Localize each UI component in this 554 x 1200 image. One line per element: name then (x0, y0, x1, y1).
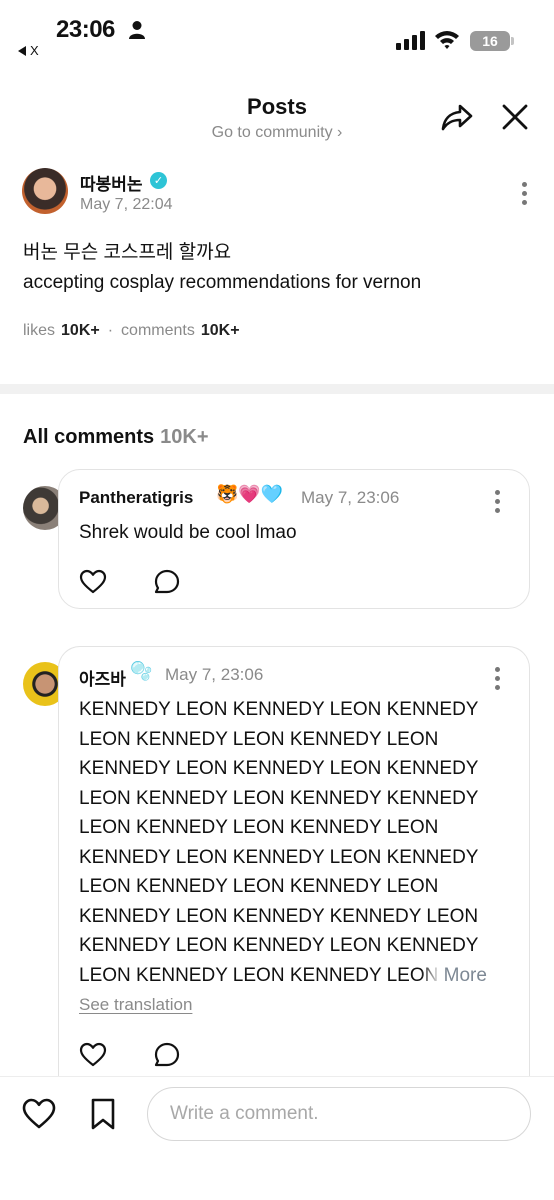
more-icon[interactable] (495, 490, 501, 517)
battery-indicator: 16 (470, 31, 514, 51)
comment-line-text: LEON KENNEDY LEON KENNEDY LE (79, 964, 410, 986)
bookmark-icon[interactable] (88, 1097, 118, 1131)
section-divider (0, 384, 554, 394)
comment-line: LEON KENNEDY LEON KENNEDY LEON (79, 728, 439, 750)
stats-separator: · (107, 322, 114, 339)
comment-author[interactable]: Pantheratigris (79, 488, 193, 508)
comments-heading-count: 10K+ (160, 426, 209, 448)
comment-line-last: LEON KENNEDY LEON KENNEDY LEON More (79, 961, 519, 991)
comment-line: LEON KENNEDY LEON KENNEDY KENNEDY (79, 787, 479, 809)
more-icon[interactable] (522, 182, 528, 209)
comment-line: LEON KENNEDY LEON KENNEDY LEON (79, 876, 439, 897)
comment-date: May 7, 23:06 (301, 488, 400, 507)
post-author: 따봉버논 ✓ May 7, 22:04 (22, 168, 532, 220)
comment-line: KENNEDY LEON KENNEDY KENNEDY LEON (79, 905, 479, 927)
post-author-name[interactable]: 따봉버논 (80, 170, 143, 195)
comment-card: Pantheratigris 🐯💗🩵 May 7, 23:06 Shrek wo… (58, 469, 530, 609)
back-app-label: X (30, 43, 39, 58)
likes-label: likes (23, 322, 56, 339)
person-icon (129, 21, 145, 39)
more-icon[interactable] (495, 667, 501, 694)
status-time: 23:06 (56, 16, 115, 43)
wifi-icon (435, 31, 459, 49)
see-translation-link[interactable]: See translation (79, 995, 192, 1015)
post-text-line: 버논 무슨 코스프레 할까요 (23, 242, 232, 263)
status-bar: 23:06 X 16 (0, 0, 554, 70)
comment-line: KENNEDY LEON KENNEDY LEON KENNEDY (79, 699, 479, 720)
comment-line-fade: ON (409, 964, 439, 986)
comment-icon[interactable] (153, 568, 181, 596)
comment-date: May 7, 23:06 (165, 665, 264, 684)
comment-input[interactable] (147, 1087, 531, 1141)
avatar[interactable] (22, 168, 68, 214)
comments-heading: All comments 10K+ (23, 426, 209, 449)
signal-icon (396, 31, 425, 50)
post-date: May 7, 22:04 (80, 196, 173, 213)
comments-label: comments (121, 322, 195, 339)
author-emoji: 🐯💗🩵 (216, 484, 284, 504)
post-body: 버논 무슨 코스프레 할까요 accepting cosplay recomme… (23, 238, 533, 298)
comments-heading-title: All comments (23, 426, 155, 448)
more-link[interactable]: More (444, 965, 487, 986)
header: Posts Go to community › (0, 88, 554, 158)
heart-icon[interactable] (79, 1041, 107, 1069)
comments-count: 10K+ (200, 322, 240, 339)
likes-count: 10K+ (61, 322, 100, 339)
back-to-app[interactable]: X (18, 43, 39, 58)
author-emoji: 🫧 (130, 661, 153, 681)
comment-text: Shrek would be cool lmao (79, 522, 297, 543)
comment-author[interactable]: 아즈바 (79, 665, 126, 690)
close-icon[interactable] (500, 102, 530, 132)
post-text-line: accepting cosplay recommendations for ve… (23, 272, 422, 293)
share-icon[interactable] (440, 100, 474, 134)
comment-actions (79, 1041, 181, 1069)
heart-icon[interactable] (79, 568, 107, 596)
comment-composer-bar (0, 1076, 554, 1200)
comment-line: LEON KENNEDY LEON KENNEDY LEON (79, 817, 439, 838)
comment-line: KENNEDY LEON KENNEDY LEON KENNEDY (79, 758, 479, 779)
post-stats: likes 10K+ · comments 10K+ (23, 322, 240, 340)
comment-line: KENNEDY LEON KENNEDY LEON KENNEDY (79, 935, 479, 956)
heart-icon[interactable] (22, 1097, 56, 1131)
comment-text: KENNEDY LEON KENNEDY LEON KENNEDY LEON K… (79, 695, 519, 990)
comment-card: 아즈바 🫧 May 7, 23:06 KENNEDY LEON KENNEDY … (58, 646, 530, 1076)
comment-line: KENNEDY LEON KENNEDY LEON KENNEDY (79, 846, 479, 868)
verified-icon: ✓ (150, 172, 167, 189)
comment-actions (79, 568, 181, 596)
comment-icon[interactable] (153, 1041, 181, 1069)
back-triangle-icon (18, 45, 26, 56)
